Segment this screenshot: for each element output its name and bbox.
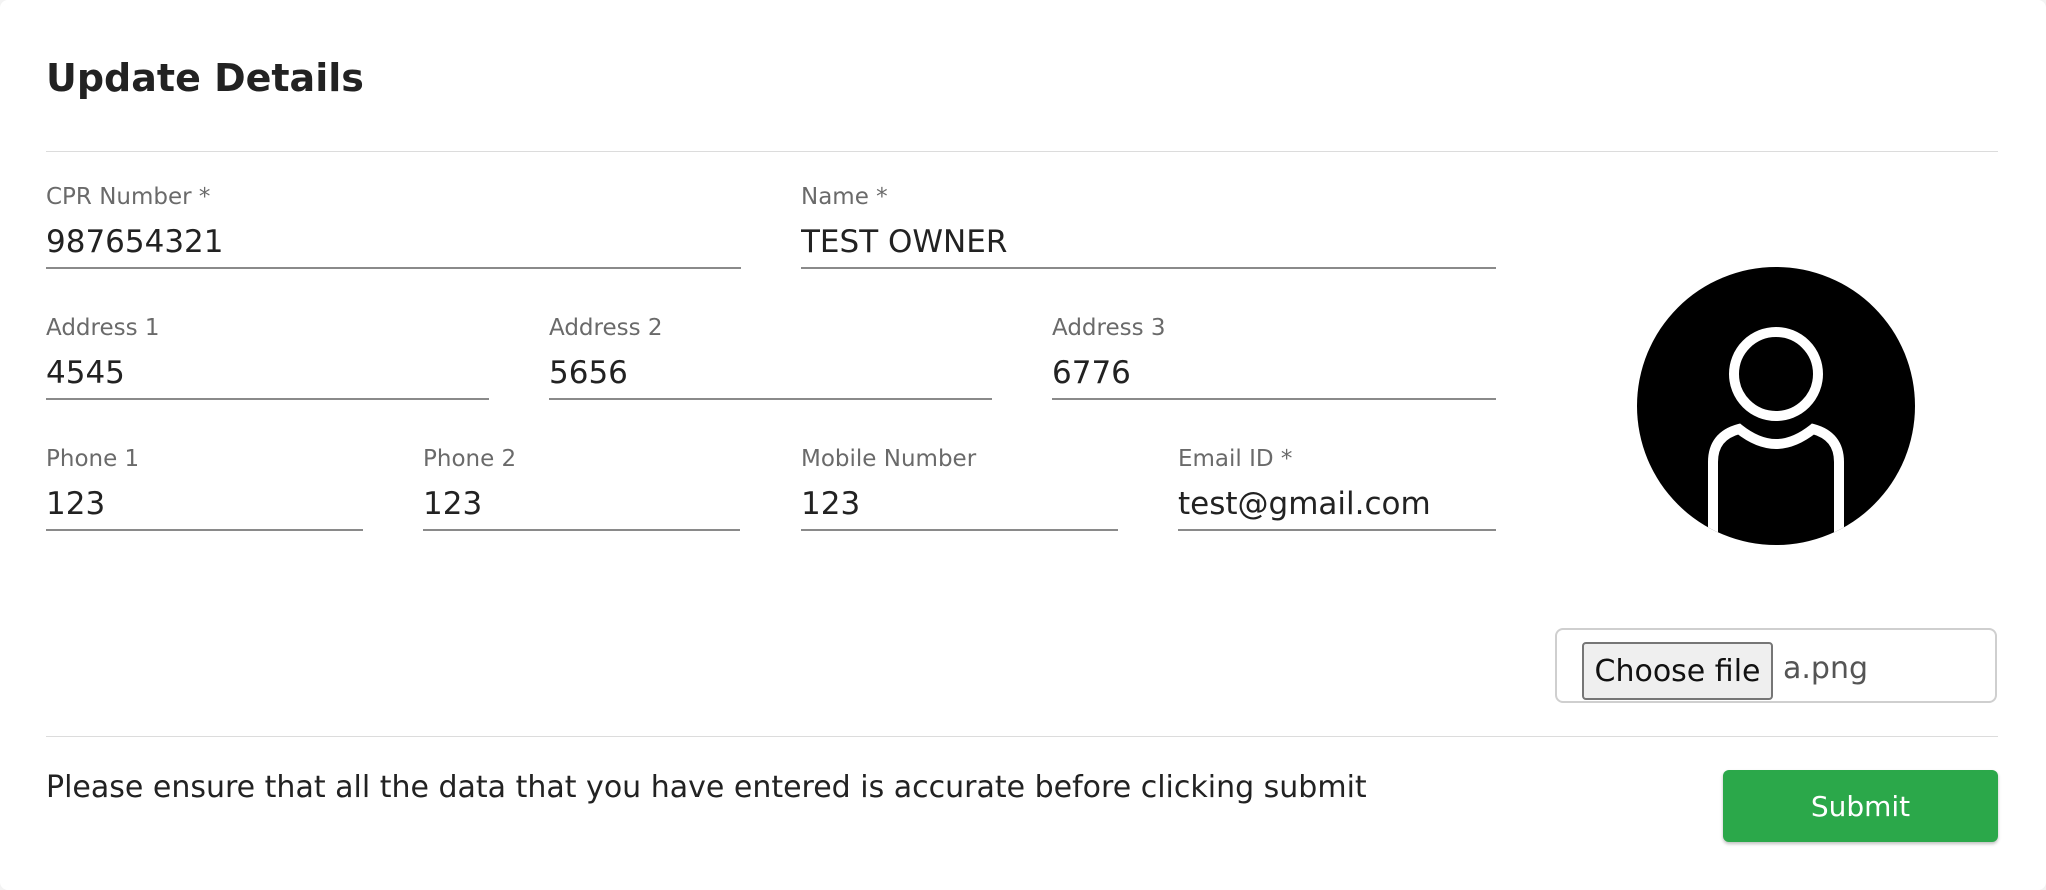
name-input[interactable]	[801, 217, 1496, 269]
address-1-label: Address 1	[46, 315, 160, 341]
header-divider	[46, 151, 1998, 152]
phone-2-field: Phone 2	[423, 445, 740, 535]
user-avatar-icon	[1636, 266, 1916, 546]
address-1-input[interactable]	[46, 348, 489, 400]
name-field: Name *	[801, 183, 1496, 273]
selected-file-name: a.png	[1783, 651, 1869, 686]
choose-file-button[interactable]: Choose file	[1582, 642, 1773, 700]
address-2-label: Address 2	[549, 315, 663, 341]
cpr-number-input[interactable]	[46, 217, 741, 269]
mobile-number-input[interactable]	[801, 479, 1118, 531]
name-label: Name *	[801, 184, 888, 210]
accuracy-notice: Please ensure that all the data that you…	[46, 770, 1367, 805]
cpr-number-label: CPR Number *	[46, 184, 211, 210]
address-1-field: Address 1	[46, 314, 489, 404]
address-2-field: Address 2	[549, 314, 992, 404]
address-3-input[interactable]	[1052, 348, 1496, 400]
address-3-label: Address 3	[1052, 315, 1166, 341]
address-3-field: Address 3	[1052, 314, 1496, 404]
mobile-number-label: Mobile Number	[801, 446, 977, 472]
email-input[interactable]	[1178, 479, 1496, 531]
submit-button[interactable]: Submit	[1723, 770, 1998, 842]
address-2-input[interactable]	[549, 348, 992, 400]
mobile-number-field: Mobile Number	[801, 445, 1118, 535]
page-title: Update Details	[46, 56, 364, 100]
cpr-number-field: CPR Number *	[46, 183, 741, 273]
file-upload-field: Choose file a.png	[1555, 628, 1997, 703]
footer-divider	[46, 736, 1998, 737]
email-field: Email ID *	[1178, 445, 1496, 535]
phone-2-input[interactable]	[423, 479, 740, 531]
phone-2-label: Phone 2	[423, 446, 517, 472]
phone-1-label: Phone 1	[46, 446, 140, 472]
phone-1-input[interactable]	[46, 479, 363, 531]
phone-1-field: Phone 1	[46, 445, 363, 535]
update-details-card: Update Details CPR Number * Name * Addre…	[0, 0, 2046, 890]
email-label: Email ID *	[1178, 446, 1293, 472]
